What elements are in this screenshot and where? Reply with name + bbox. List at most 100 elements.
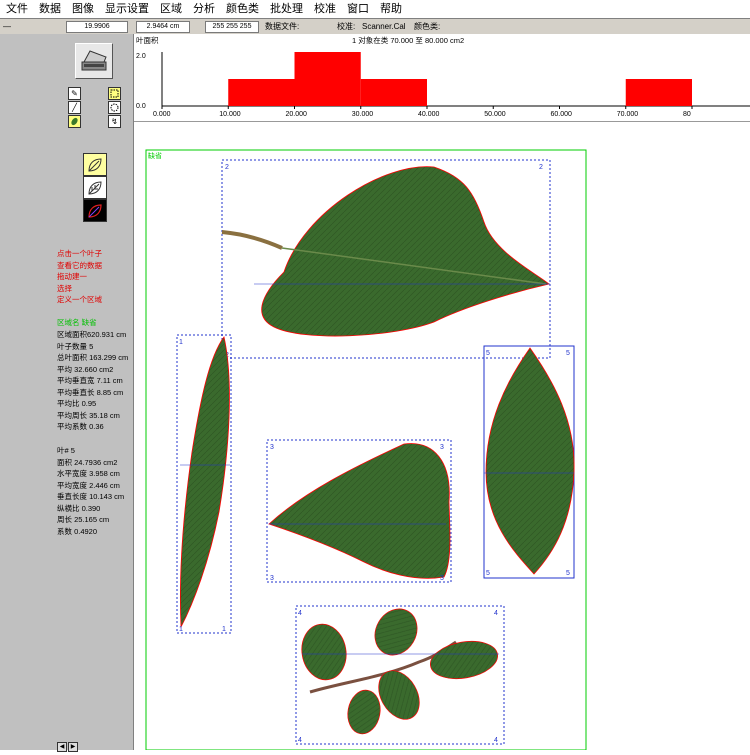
data-file-label: 数据文件:: [265, 22, 300, 31]
leaf-edge-icon: [88, 203, 102, 218]
leaf-icon: [71, 117, 78, 126]
dash-icon: —: [3, 22, 11, 31]
next-icon[interactable]: ▶: [68, 742, 78, 752]
value-field-1[interactable]: 19.9906: [66, 21, 128, 33]
detail-line: 系数 0.4920: [57, 526, 98, 536]
leaf-4-label: 4: [298, 610, 302, 617]
menu-file[interactable]: 文件: [0, 0, 33, 16]
pencil-tool-button[interactable]: ✎: [68, 87, 81, 100]
leaf-edge-button[interactable]: [83, 199, 107, 222]
x-tick-label: 60.000: [551, 111, 573, 118]
instruction-list: 点击一个叶子 查看它的数据 拖动建一 选择 定义一个区域: [57, 248, 102, 306]
x-tick-label: 10.000: [219, 111, 241, 118]
instruction-line: 点击一个叶子: [57, 249, 102, 258]
x-tick-label: 0.000: [153, 111, 171, 118]
leaf-3: [268, 443, 451, 579]
calibration-label: 校准:: [337, 22, 356, 31]
menu-batch[interactable]: 批处理: [264, 0, 308, 16]
detail-line: 叶# 5: [57, 446, 75, 455]
menu-bar: 文件 数据 图像 显示设置 区域 分析 颜色类 批处理 校准 窗口 帮助: [0, 0, 750, 18]
ellipse-select-icon: [110, 103, 119, 112]
menu-calibrate[interactable]: 校准: [308, 0, 341, 16]
rect-select-button[interactable]: [108, 87, 121, 100]
summary-line: 总叶面积 163.299 cm: [57, 353, 129, 362]
leaf-2-petiole: [221, 230, 283, 250]
leaf-mode-button[interactable]: [83, 153, 107, 176]
value-field-2[interactable]: 2.9464 cm: [136, 21, 190, 33]
summary-line: 平均垂直宽 7.11 cm: [57, 376, 123, 385]
leaf-5-label: 5: [486, 350, 490, 357]
x-tick-label: 70.000: [617, 111, 639, 118]
summary-line: 平均比 0.95: [57, 399, 97, 408]
leaf-1-label: 1: [179, 339, 183, 346]
leaf-1-label: 1: [222, 626, 226, 633]
x-tick-label: 30.000: [352, 111, 374, 118]
detail-line: 纵横比 0.390: [57, 503, 101, 513]
summary-line: 叶子数量 5: [57, 341, 94, 351]
y-tick-label: 2.0: [136, 53, 146, 60]
calibration-value: Scanner.Cal: [362, 22, 406, 31]
leaf-5-label: 5: [566, 570, 570, 577]
summary-line: 区域面积620.931 cm: [57, 330, 127, 339]
leaf-3-label: 3: [270, 444, 274, 451]
line-icon: ╱: [72, 103, 77, 112]
instruction-line: 查看它的数据: [57, 260, 102, 270]
leaf-outline-icon: [88, 157, 102, 172]
detail-line: 面积 24.7936 cm2: [57, 457, 118, 467]
menu-data[interactable]: 数据: [33, 0, 66, 16]
summary-line: 平均系数 0.36: [57, 422, 104, 431]
leaf-3-label: 3: [440, 444, 444, 451]
left-strip: [0, 34, 54, 750]
line-tool-button[interactable]: ╱: [68, 101, 81, 114]
lasso-select-button[interactable]: ↯: [108, 115, 121, 128]
scanner-button[interactable]: [75, 43, 113, 79]
leaf-4: [301, 608, 498, 735]
pencil-icon: ✎: [71, 89, 78, 98]
detail-line: 垂直长度 10.143 cm: [57, 492, 125, 501]
y-tick-label: 0.0: [136, 103, 146, 110]
histogram-bar: [360, 79, 427, 106]
color-class-label: 颜色类:: [414, 22, 441, 31]
leaf-detail: 叶# 5 面积 24.7936 cm2 水平宽度 3.958 cm 平均宽度 2…: [57, 445, 124, 537]
leaf-5-label: 5: [566, 350, 570, 357]
leaf-4-label: 4: [298, 737, 302, 744]
rgb-field[interactable]: 255 255 255: [205, 21, 259, 33]
region-title: 区域名 缺省: [57, 318, 97, 327]
leaf-2-label: 2: [539, 164, 543, 171]
menu-region[interactable]: 区域: [154, 0, 187, 16]
menu-display[interactable]: 显示设置: [99, 0, 154, 16]
leaf-scan: 缺省 2 2 2 1 1 1 3 3 3 3 5 5 5 5: [145, 149, 587, 751]
leaf-detail-button[interactable]: [83, 176, 107, 199]
menu-image[interactable]: 图像: [66, 0, 99, 16]
leaf-4-label: 4: [494, 737, 498, 744]
scanner-icon: [81, 50, 107, 71]
menu-analysis[interactable]: 分析: [187, 0, 220, 16]
menu-help[interactable]: 帮助: [374, 0, 407, 16]
lasso-icon: ↯: [111, 117, 118, 126]
leaf-1: [180, 336, 230, 629]
prev-icon[interactable]: ◀: [57, 742, 67, 752]
leaf-tool-button[interactable]: [68, 115, 81, 128]
histogram-bar: [625, 79, 692, 106]
detail-line: 水平宽度 3.958 cm: [57, 469, 120, 478]
leaf-5-label: 5: [486, 570, 490, 577]
menu-window[interactable]: 窗口: [341, 0, 374, 16]
leaf-3-label: 3: [440, 575, 444, 582]
ellipse-select-button[interactable]: [108, 101, 121, 114]
histogram-bar: [294, 52, 361, 106]
leaf-veins-icon: [88, 180, 102, 195]
menu-color-class[interactable]: 颜色类: [220, 0, 264, 16]
leaf-5: [485, 347, 575, 575]
leaf-2-label: 2: [225, 164, 229, 171]
rect-select-icon: [110, 89, 119, 98]
histogram-chart: 0.000 10.000 20.000 30.000 40.000 50.000 60.00…: [136, 52, 750, 118]
x-tick-label: 40.000: [418, 111, 440, 118]
region-label: 缺省: [148, 151, 162, 160]
image-canvas[interactable]: 缺省 2 2 2 1 1 1 3 3 3 3 5 5 5 5: [134, 122, 750, 751]
region-summary: 区域面积620.931 cm 叶子数量 5 总叶面积 163.299 cm 平均…: [57, 329, 128, 433]
summary-line: 平均周长 35.18 cm: [57, 410, 120, 420]
x-tick-label: 80: [683, 111, 691, 118]
instruction-line: 拖动建一: [57, 272, 87, 281]
x-tick-label: 50.000: [484, 111, 506, 118]
summary-line: 平均垂直长 8.85 cm: [57, 387, 124, 397]
